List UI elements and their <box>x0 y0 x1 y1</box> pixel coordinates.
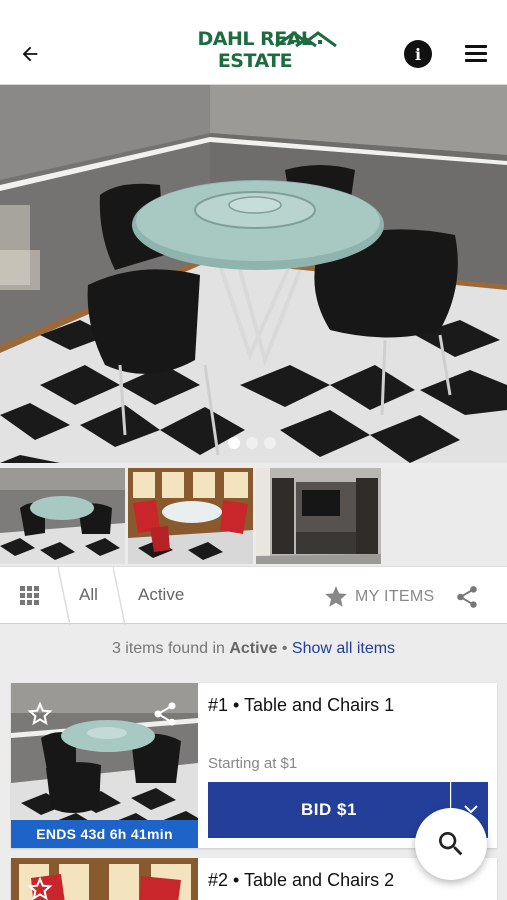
carousel-dot[interactable] <box>228 437 240 449</box>
hamburger-menu-icon <box>465 45 487 48</box>
grid-view-icon <box>18 584 42 608</box>
share-icon <box>457 586 477 608</box>
my-items-label: MY ITEMS <box>355 588 435 605</box>
app-screen: DAHL REAL ESTATE i All Active MY ITEMS 3… <box>0 0 507 900</box>
thumbnail-photo <box>0 468 125 564</box>
item-image[interactable]: ENDS 43d 6h 41min <box>11 683 198 848</box>
hero-image-carousel[interactable] <box>0 85 507 463</box>
tab-divider <box>58 567 71 625</box>
results-separator: • <box>281 640 288 657</box>
info-button[interactable]: i <box>404 40 432 68</box>
top-bar: DAHL REAL ESTATE i <box>0 0 507 85</box>
tab-all[interactable]: All <box>79 585 98 605</box>
results-summary: 3 items found in Active • Show all items <box>0 640 507 658</box>
menu-button[interactable] <box>462 42 492 66</box>
search-fab[interactable] <box>415 808 487 880</box>
item-image[interactable] <box>11 858 198 900</box>
tab-active[interactable]: Active <box>138 585 184 605</box>
hero-photo <box>0 85 507 463</box>
thumbnail-1[interactable] <box>0 468 125 564</box>
info-icon: i <box>414 44 422 64</box>
filter-bar: All Active MY ITEMS <box>0 566 507 625</box>
favorite-star-button[interactable] <box>25 699 55 729</box>
item-title[interactable]: #2 • Table and Chairs 2 <box>208 870 394 891</box>
item-title[interactable]: #1 • Table and Chairs 1 <box>208 695 394 716</box>
item-share-button[interactable] <box>151 700 179 728</box>
logo-text: DAHL REAL ESTATE <box>197 28 313 72</box>
star-outline-icon <box>27 701 53 726</box>
carousel-dots <box>228 437 276 449</box>
thumbnail-photo <box>128 468 253 564</box>
carousel-dot[interactable] <box>264 437 276 449</box>
thumbnail-strip <box>0 466 507 566</box>
thumbnail-3[interactable] <box>256 468 381 564</box>
arrow-left-icon <box>22 46 38 62</box>
favorite-star-button[interactable] <box>25 874 55 900</box>
bid-button[interactable]: BID $1 <box>208 782 450 838</box>
my-items-button[interactable]: MY ITEMS <box>323 583 434 611</box>
grid-view-button[interactable] <box>18 584 42 608</box>
star-icon <box>325 586 347 607</box>
starting-price: Starting at $1 <box>208 755 298 772</box>
results-count: 3 items found in <box>111 640 225 657</box>
results-status: Active <box>229 640 278 657</box>
carousel-dot[interactable] <box>246 437 258 449</box>
thumbnail-photo <box>256 468 381 564</box>
auction-ends-badge: ENDS 43d 6h 41min <box>11 820 198 848</box>
share-button[interactable] <box>454 584 480 610</box>
search-icon <box>439 832 463 856</box>
star-outline-icon <box>27 876 53 900</box>
company-logo[interactable]: DAHL REAL ESTATE <box>170 28 340 74</box>
share-icon <box>154 702 176 726</box>
show-all-items-link[interactable]: Show all items <box>292 640 395 657</box>
tab-divider <box>113 567 126 625</box>
back-button[interactable] <box>14 38 46 70</box>
thumbnail-2[interactable] <box>128 468 253 564</box>
